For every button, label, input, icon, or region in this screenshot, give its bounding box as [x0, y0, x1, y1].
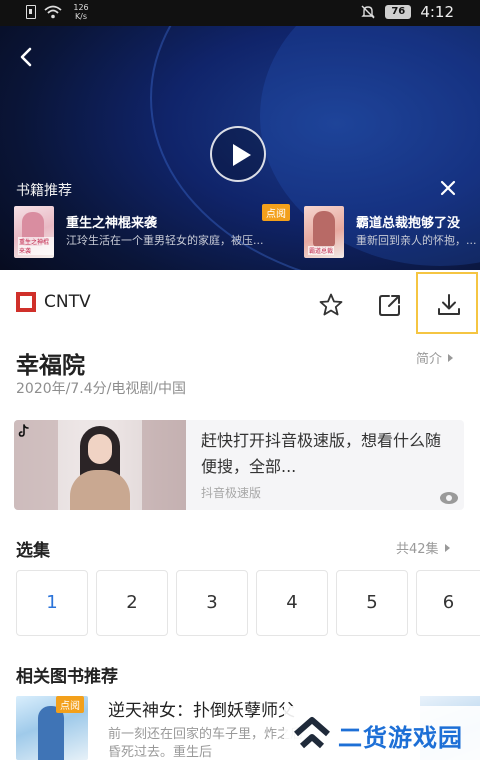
book-card[interactable]: 霸道总裁 霸道总裁抱够了没 重新回到亲人的怀抱，... — [304, 204, 480, 260]
download-icon — [438, 294, 460, 315]
cover-figure — [38, 706, 64, 760]
related-book-description: 前一刻还在回家的车子里，炸之后昏死过去。重生后 — [108, 727, 304, 760]
book-name: 霸道总裁抱够了没 — [356, 216, 461, 231]
watermark-text: 二货游戏园 — [338, 724, 463, 752]
cover-title: 霸道总裁 — [308, 246, 335, 255]
intro-link[interactable]: 简介 — [416, 348, 454, 367]
download-button[interactable] — [416, 272, 478, 334]
read-badge: 点阅 — [262, 204, 290, 221]
video-player[interactable]: 书籍推荐 重生之神棍来袭 重生之神棍来袭 江玲生活在一个重男轻女的家庭，被压..… — [0, 26, 480, 270]
source-label[interactable]: CNTV — [44, 292, 91, 312]
episode-button[interactable]: 4 — [256, 570, 328, 636]
cover-figure — [313, 211, 335, 247]
network-speed-unit: K/s — [74, 12, 88, 21]
related-book-name[interactable]: 逆天神女：扑倒妖孽师父 — [108, 696, 295, 721]
cntv-logo-icon — [16, 292, 36, 312]
episode-button[interactable]: 6 — [416, 570, 480, 636]
status-time: 4:12 — [420, 3, 454, 21]
show-title: 幸福院 — [16, 353, 85, 379]
thumb-figure-body — [70, 470, 130, 510]
book-description: 重新回到亲人的怀抱，... — [356, 234, 477, 247]
related-books-title: 相关图书推荐 — [16, 667, 118, 687]
episodes-count-link[interactable]: 共42集 — [396, 538, 450, 557]
episodes-count: 共42集 — [396, 542, 439, 557]
share-icon[interactable] — [377, 292, 403, 318]
network-speed: 126 K/s — [70, 3, 92, 21]
intro-link-label: 简介 — [416, 352, 443, 367]
tiktok-logo-icon — [18, 424, 29, 437]
ad-eye-icon[interactable] — [440, 492, 458, 504]
episodes-title: 选集 — [16, 541, 50, 561]
book-cover: 霸道总裁 — [304, 206, 344, 258]
thumb-figure-face — [88, 434, 112, 464]
ad-text: 赶快打开抖音极速版，想看什么随便搜，全部... — [201, 431, 442, 476]
status-right: 76 4:12 — [360, 3, 454, 21]
episode-button[interactable]: 2 — [96, 570, 168, 636]
mute-bell-icon — [361, 5, 376, 19]
ad-source: 抖音极速版 — [201, 486, 262, 500]
ad-thumbnail — [14, 420, 186, 510]
book-cover: 重生之神棍来袭 — [14, 206, 54, 258]
network-speed-value: 126 — [73, 3, 89, 12]
source-toolbar: CNTV — [0, 270, 480, 336]
battery-level: 76 — [385, 5, 412, 19]
status-bar: 126 K/s 76 4:12 — [0, 0, 480, 26]
status-left: 126 K/s — [26, 3, 92, 21]
cover-title: 重生之神棍来袭 — [18, 237, 54, 255]
close-icon[interactable] — [438, 178, 458, 198]
episode-button[interactable]: 5 — [336, 570, 408, 636]
ad-card[interactable]: 赶快打开抖音极速版，想看什么随便搜，全部... 抖音极速版 — [14, 420, 464, 510]
read-badge: 点阅 — [56, 696, 84, 713]
chevron-right-icon — [448, 354, 454, 362]
site-watermark: 二货游戏园 — [284, 706, 480, 760]
back-arrow-icon[interactable] — [14, 44, 40, 70]
book-description: 江玲生活在一个重男轻女的家庭，被压... — [66, 234, 264, 247]
detail-content: CNTV 幸福院 简介 2020年/7.4分/电视剧/中国 赶快打开抖音极速版，… — [0, 270, 480, 760]
thumb-right-panel — [142, 420, 186, 510]
show-meta: 2020年/7.4分/电视剧/中国 — [16, 381, 187, 397]
book-card[interactable]: 重生之神棍来袭 重生之神棍来袭 江玲生活在一个重男轻女的家庭，被压... 点阅 — [14, 204, 292, 260]
book-recommendation-title: 书籍推荐 — [16, 183, 72, 199]
episode-list: 1 2 3 4 5 6 — [16, 570, 480, 636]
episode-button[interactable]: 3 — [176, 570, 248, 636]
sim-card-icon — [26, 5, 36, 19]
wifi-icon — [44, 5, 62, 19]
double-chevron-logo-icon — [294, 717, 330, 749]
star-icon[interactable] — [318, 292, 344, 318]
episode-button[interactable]: 1 — [16, 570, 88, 636]
chevron-right-icon — [444, 544, 450, 552]
book-name: 重生之神棍来袭 — [66, 216, 158, 231]
book-recommendation-overlay: 书籍推荐 重生之神棍来袭 重生之神棍来袭 江玲生活在一个重男轻女的家庭，被压..… — [0, 174, 480, 270]
